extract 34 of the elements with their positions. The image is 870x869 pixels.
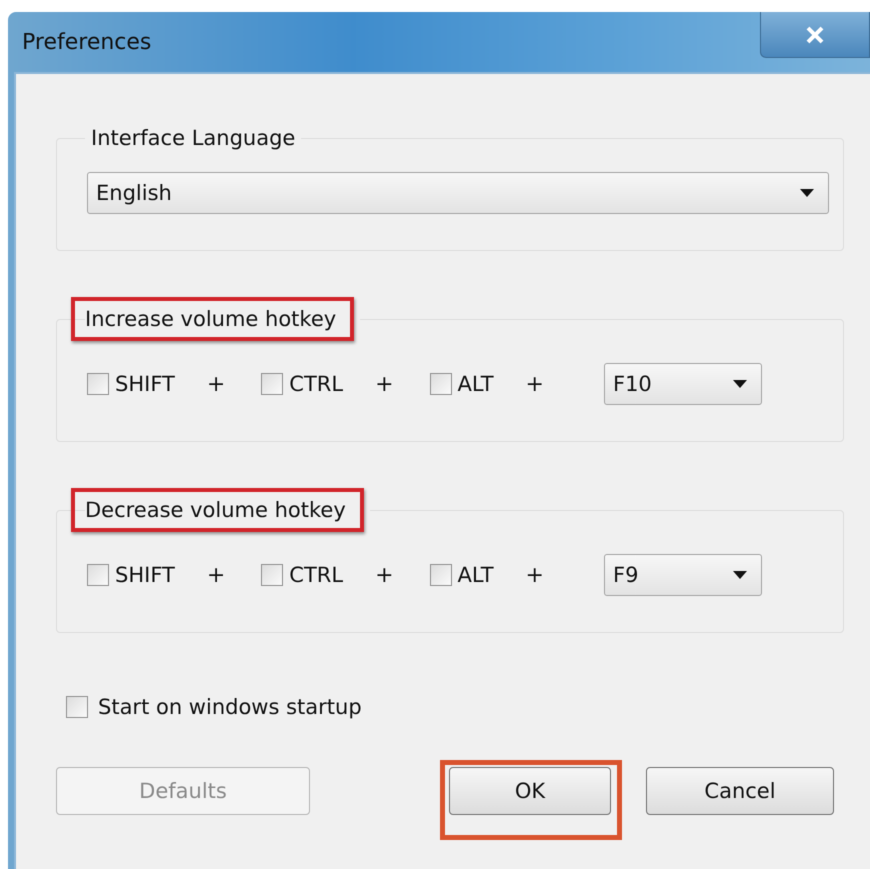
checkbox[interactable]	[261, 373, 284, 395]
caret-icon	[800, 189, 814, 197]
checkbox-label: SHIFT	[115, 563, 175, 587]
key-dropdown[interactable]: F10	[604, 363, 762, 405]
checkbox[interactable]	[66, 696, 88, 718]
key-dropdown[interactable]: F9	[604, 554, 762, 596]
plus-sign: +	[206, 562, 226, 588]
plus-sign: +	[206, 372, 226, 396]
checkbox-label: Start on windows startup	[98, 695, 362, 719]
checkbox[interactable]	[430, 564, 452, 586]
dialog-button[interactable]: OK	[449, 767, 611, 815]
caret-icon	[732, 380, 747, 388]
language-dropdown[interactable]: English	[87, 172, 829, 214]
plus-sign: +	[526, 372, 544, 396]
close-button[interactable]	[760, 12, 870, 58]
checkbox-label: ALT	[458, 563, 494, 587]
group-label: Decrease volume hotkey	[85, 498, 346, 522]
checkbox-label: SHIFT	[115, 372, 175, 396]
checkbox[interactable]	[87, 564, 109, 586]
checkbox[interactable]	[261, 564, 284, 586]
checkbox-label: CTRL	[289, 372, 344, 396]
close-icon	[804, 24, 826, 44]
group-label: Increase volume hotkey	[85, 307, 336, 331]
window-title: Preferences	[22, 30, 152, 54]
caret-icon	[732, 571, 747, 579]
checkbox-label: ALT	[458, 372, 494, 396]
checkbox-label: CTRL	[289, 563, 344, 587]
group-label: Interface Language	[91, 126, 296, 150]
plus-sign: +	[375, 372, 394, 396]
plus-sign: +	[375, 562, 394, 588]
dialog-button[interactable]: Cancel	[646, 767, 834, 815]
plus-sign: +	[526, 562, 544, 588]
checkbox[interactable]	[430, 373, 452, 395]
checkbox[interactable]	[87, 373, 109, 395]
